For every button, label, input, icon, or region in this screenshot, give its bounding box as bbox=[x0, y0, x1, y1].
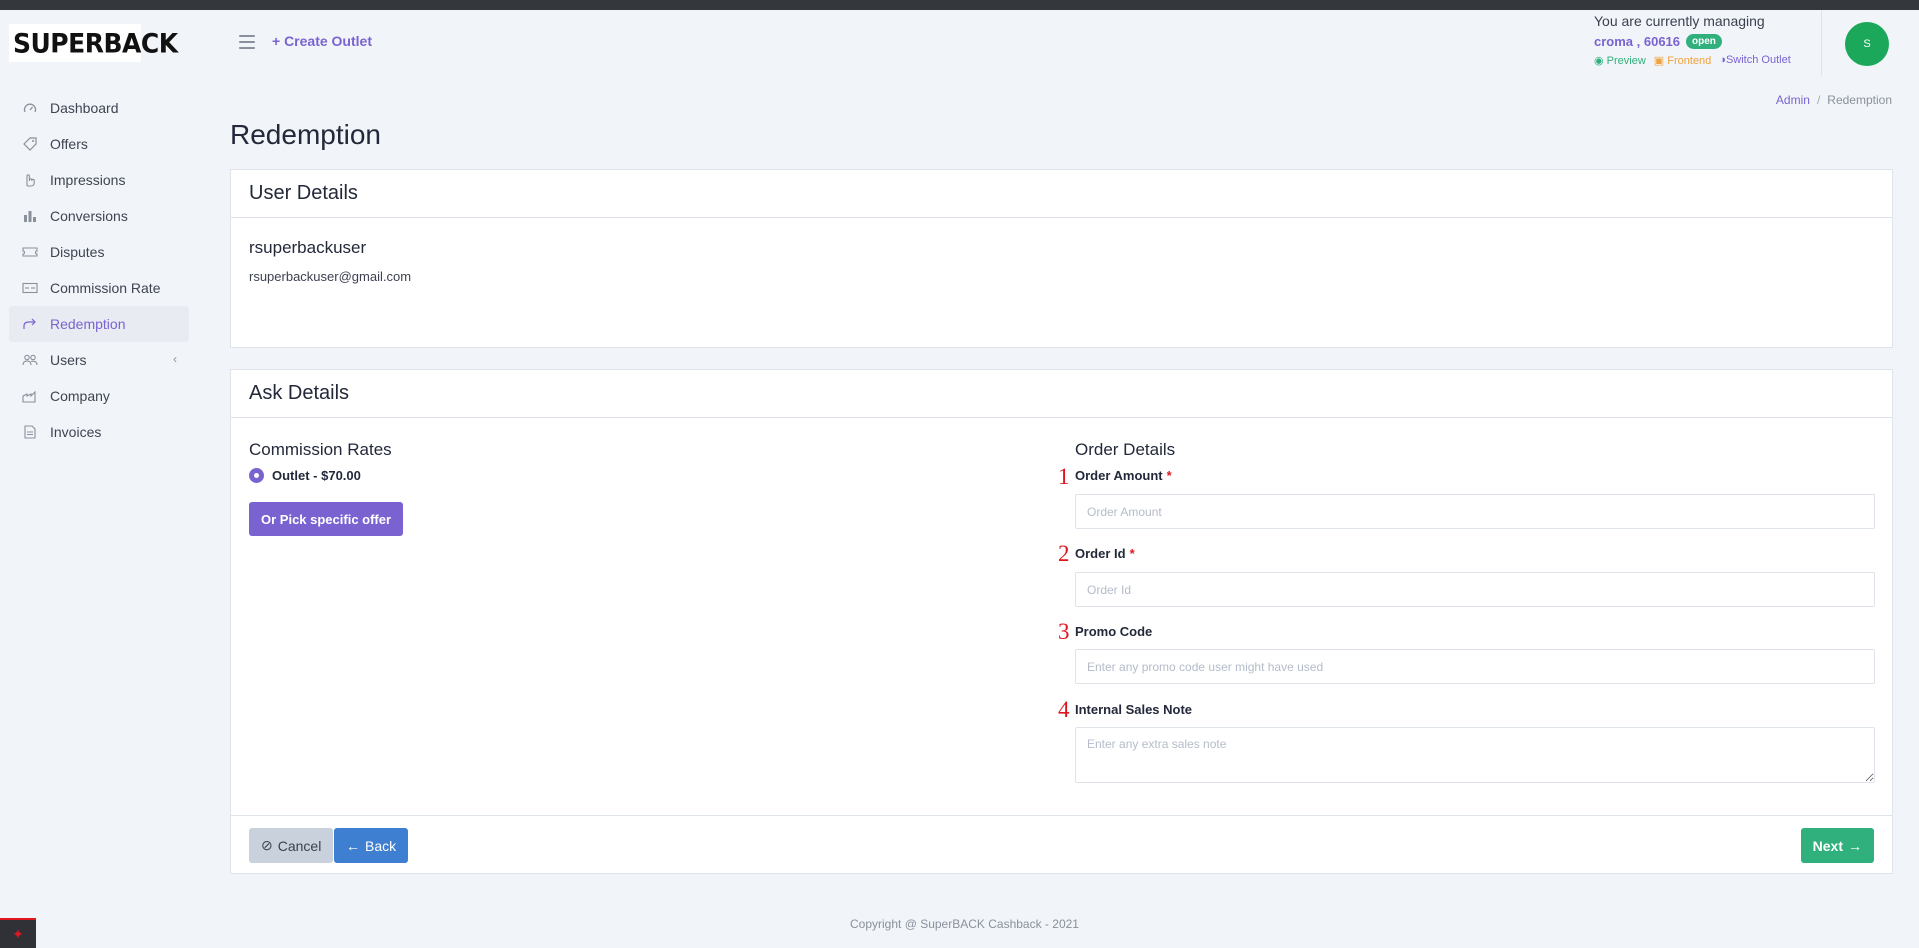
avatar[interactable]: S bbox=[1845, 22, 1889, 66]
debug-toolbar-icon[interactable]: ✦ bbox=[0, 918, 36, 948]
ask-details-title: Ask Details bbox=[231, 370, 1892, 418]
sidebar-item-redemption[interactable]: Redemption bbox=[9, 306, 189, 342]
page-title: Redemption bbox=[230, 119, 381, 150]
monitor-icon: ▣ bbox=[1653, 55, 1665, 67]
logo-text: SUPERBACK bbox=[13, 27, 178, 59]
sidebar-nav: Dashboard Offers Impressions Conversions… bbox=[9, 90, 189, 450]
sidebar-item-label: Company bbox=[50, 388, 110, 404]
sidebar-item-label: Dashboard bbox=[50, 100, 119, 116]
switch-outlet-link[interactable]: ◑Switch Outlet bbox=[1719, 54, 1790, 67]
promo-code-input[interactable] bbox=[1075, 649, 1875, 684]
create-outlet-link[interactable]: + Create Outlet bbox=[272, 33, 372, 49]
toggle-icon: ◑ bbox=[1719, 54, 1726, 66]
sidebar-item-label: Redemption bbox=[50, 316, 126, 332]
outlet-name[interactable]: croma , 60616 bbox=[1594, 34, 1680, 49]
eye-icon: ◉ bbox=[1594, 55, 1604, 67]
commission-option[interactable]: Outlet - $70.00 bbox=[249, 468, 361, 483]
sidebar-item-label: Invoices bbox=[50, 424, 102, 440]
sidebar-item-impressions[interactable]: Impressions bbox=[9, 162, 189, 198]
sidebar-item-label: Disputes bbox=[50, 244, 105, 260]
sidebar-item-label: Commission Rate bbox=[50, 280, 161, 296]
outlet-info: croma , 60616 open bbox=[1594, 34, 1824, 49]
sidebar-item-label: Impressions bbox=[50, 172, 126, 188]
status-badge: open bbox=[1686, 34, 1722, 49]
sidebar-item-disputes[interactable]: Disputes bbox=[9, 234, 189, 270]
header-divider bbox=[1821, 10, 1822, 76]
breadcrumb: Admin / Redemption bbox=[1776, 93, 1892, 107]
frontend-link[interactable]: ▣ Frontend bbox=[1654, 54, 1712, 67]
field-number-3: 3 bbox=[1058, 619, 1070, 644]
promo-code-label: Promo Code bbox=[1075, 624, 1153, 639]
sidebar-item-offers[interactable]: Offers bbox=[9, 126, 189, 162]
breadcrumb-admin[interactable]: Admin bbox=[1776, 93, 1810, 107]
field-number-4: 4 bbox=[1058, 697, 1070, 722]
commission-rates-title: Commission Rates bbox=[249, 440, 392, 459]
order-amount-input[interactable] bbox=[1075, 494, 1875, 529]
card-icon bbox=[22, 281, 38, 295]
tag-icon bbox=[22, 137, 38, 151]
copyright-text: Copyright @ SuperBACK Cashback - 2021 bbox=[850, 917, 1079, 931]
ticket-icon bbox=[22, 245, 38, 259]
pointer-hand-icon bbox=[22, 173, 38, 187]
bar-chart-icon bbox=[22, 209, 38, 223]
sidebar-item-invoices[interactable]: Invoices bbox=[9, 414, 189, 450]
share-icon bbox=[22, 317, 38, 331]
ask-details-card: Ask Details Commission Rates Outlet - $7… bbox=[230, 369, 1893, 874]
users-icon bbox=[22, 353, 38, 367]
card-footer: ⊘ Cancel ← Back Next → bbox=[231, 815, 1892, 874]
outlet-links: ◉ Preview ▣ Frontend ◑Switch Outlet bbox=[1594, 54, 1824, 67]
sidebar-item-dashboard[interactable]: Dashboard bbox=[9, 90, 189, 126]
arrow-right-icon: → bbox=[1848, 837, 1862, 854]
top-strip bbox=[0, 0, 1919, 10]
sidebar-item-company[interactable]: Company bbox=[9, 378, 189, 414]
user-name: rsuperbackuser bbox=[249, 238, 367, 257]
breadcrumb-current: Redemption bbox=[1827, 93, 1892, 107]
next-button[interactable]: Next → bbox=[1800, 828, 1874, 863]
commission-option-label: Outlet - $70.00 bbox=[272, 468, 361, 483]
order-id-label: Order Id * bbox=[1075, 546, 1135, 561]
back-button[interactable]: ← Back bbox=[334, 828, 409, 863]
outlet-manager: You are currently managing croma , 60616… bbox=[1594, 13, 1824, 67]
radio-selected[interactable] bbox=[249, 468, 264, 483]
user-details-title: User Details bbox=[231, 170, 1892, 218]
breadcrumb-separator: / bbox=[1816, 93, 1821, 107]
ban-icon: ⊘ bbox=[261, 837, 273, 853]
sidebar-item-label: Offers bbox=[50, 136, 88, 152]
managing-label: You are currently managing bbox=[1594, 13, 1765, 29]
field-number-2: 2 bbox=[1058, 541, 1070, 566]
order-id-input[interactable] bbox=[1075, 572, 1875, 607]
user-details-card: User Details rsuperbackuser rsuperbackus… bbox=[230, 169, 1893, 348]
sales-note-label: Internal Sales Note bbox=[1075, 702, 1193, 717]
sidebar-item-label: Conversions bbox=[50, 208, 128, 224]
cancel-button[interactable]: ⊘ Cancel bbox=[249, 828, 334, 863]
order-details-title: Order Details bbox=[1075, 440, 1176, 459]
arrow-left-icon: ← bbox=[346, 837, 360, 854]
sidebar-item-conversions[interactable]: Conversions bbox=[9, 198, 189, 234]
sales-note-textarea[interactable] bbox=[1075, 727, 1875, 783]
chevron-left-icon: ‹ bbox=[173, 352, 177, 366]
field-number-1: 1 bbox=[1058, 464, 1070, 489]
document-icon bbox=[22, 425, 38, 439]
building-icon bbox=[22, 389, 38, 403]
sidebar-item-commission-rate[interactable]: Commission Rate bbox=[9, 270, 189, 306]
sidebar: SUPERBACK Dashboard Offers Impressions C… bbox=[0, 10, 200, 948]
sidebar-item-label: Users bbox=[50, 352, 87, 368]
preview-link[interactable]: ◉ Preview bbox=[1594, 54, 1646, 67]
user-email: rsuperbackuser@gmail.com bbox=[249, 269, 412, 284]
logo[interactable]: SUPERBACK bbox=[9, 24, 178, 62]
sidebar-item-users[interactable]: Users ‹ bbox=[9, 342, 189, 378]
order-amount-label: Order Amount * bbox=[1075, 468, 1172, 483]
hamburger-menu-icon[interactable] bbox=[239, 35, 255, 49]
pick-offer-button[interactable]: Or Pick specific offer bbox=[249, 502, 404, 536]
gauge-icon bbox=[22, 101, 38, 115]
